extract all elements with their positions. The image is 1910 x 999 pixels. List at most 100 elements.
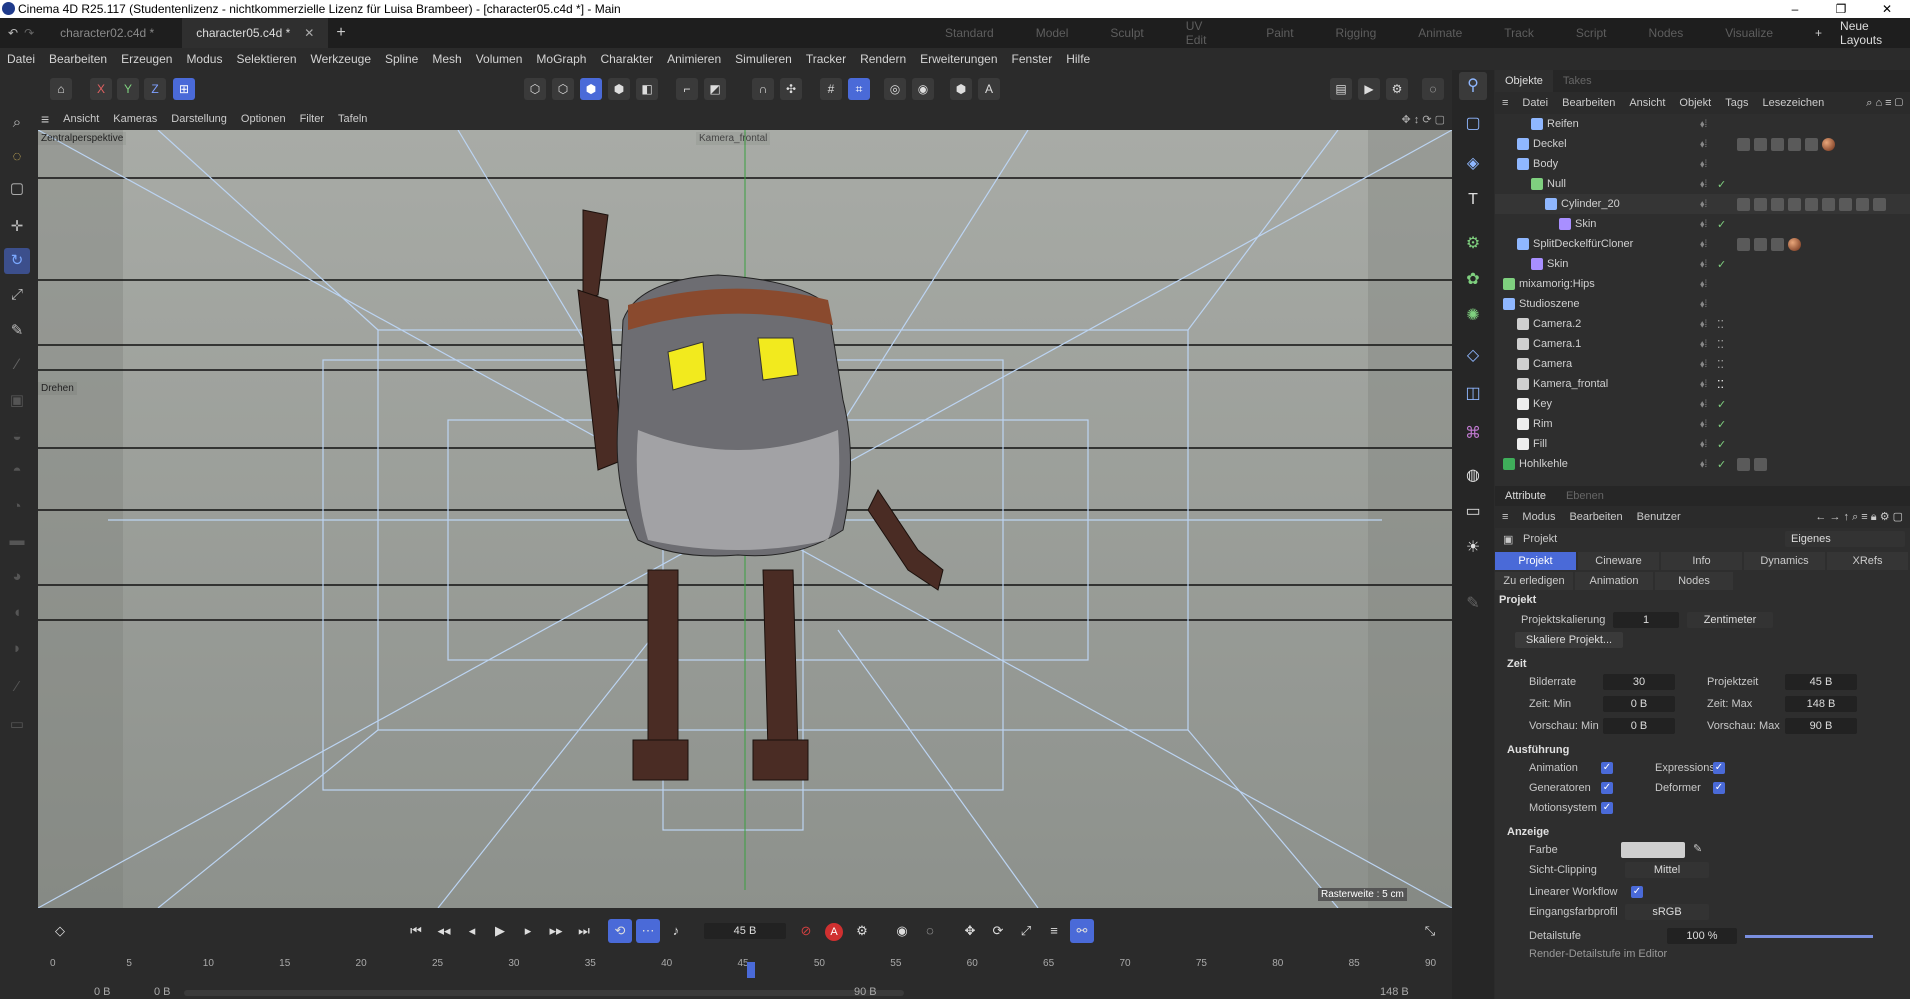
mograph-icon[interactable]: ✿ bbox=[1459, 266, 1487, 294]
menu-erzeugen[interactable]: Erzeugen bbox=[114, 52, 179, 66]
live-selection-icon[interactable]: ◌ bbox=[4, 144, 30, 170]
polygons-mode-icon[interactable]: ⬢ bbox=[580, 78, 602, 100]
range-slider[interactable] bbox=[184, 990, 904, 996]
menu-werkzeuge[interactable]: Werkzeuge bbox=[304, 52, 378, 66]
magnet-icon[interactable]: ∩ bbox=[752, 78, 774, 100]
viewport-menu-kameras[interactable]: Kameras bbox=[106, 113, 164, 125]
detailstufe-field[interactable]: 100 % bbox=[1667, 928, 1737, 944]
menu-mograph[interactable]: MoGraph bbox=[529, 52, 593, 66]
eyedropper-icon[interactable]: ✎ bbox=[1693, 842, 1702, 855]
rotation-key-icon[interactable]: ⟳ bbox=[986, 919, 1010, 943]
om-menu-datei[interactable]: Datei bbox=[1515, 97, 1555, 109]
range-start-field[interactable]: 0 B bbox=[94, 986, 111, 998]
record-options-icon[interactable]: ◌ bbox=[918, 919, 942, 943]
viewport-menu-ansicht[interactable]: Ansicht bbox=[56, 113, 106, 125]
scale-key-icon[interactable]: ⤢ bbox=[1014, 919, 1038, 943]
magnet-tool-icon[interactable]: ◖ bbox=[4, 600, 30, 626]
bridge-icon[interactable]: ▬ bbox=[4, 528, 30, 554]
generatoren-checkbox[interactable]: ✓ bbox=[1601, 782, 1613, 794]
box-selection-icon[interactable]: ▢ bbox=[4, 176, 30, 202]
menu-spline[interactable]: Spline bbox=[378, 52, 425, 66]
clapboard-icon[interactable]: ▤ bbox=[1330, 78, 1352, 100]
layout-uvedit[interactable]: UV Edit bbox=[1186, 19, 1224, 47]
list-item[interactable]: Studioszene ⬧⁞ bbox=[1495, 294, 1910, 314]
field-icon[interactable]: ◇ bbox=[1459, 342, 1487, 370]
viewport-hamburger-icon[interactable]: ≡ bbox=[34, 111, 56, 127]
list-item[interactable]: Cylinder_20 ⬧⁞ bbox=[1495, 194, 1910, 214]
move-icon[interactable]: ✛ bbox=[4, 214, 30, 240]
workplane-icon[interactable]: ⌗ bbox=[848, 78, 870, 100]
redo-icon[interactable]: ↷ bbox=[24, 26, 34, 40]
pen-icon[interactable]: ✎ bbox=[4, 318, 30, 344]
previous-frame-icon[interactable]: ◂ bbox=[460, 919, 484, 943]
menu-simulieren[interactable]: Simulieren bbox=[728, 52, 799, 66]
points-mode-icon[interactable]: ⬡ bbox=[524, 78, 546, 100]
tab-nodes[interactable]: Nodes bbox=[1655, 572, 1733, 590]
model-mode-icon[interactable]: ⬢ bbox=[608, 78, 630, 100]
environment-icon[interactable]: ◍ bbox=[1459, 462, 1487, 490]
list-item[interactable]: mixamorig:Hips ⬧⁞ bbox=[1495, 274, 1910, 294]
soft-selection-icon[interactable]: ◎ bbox=[884, 78, 906, 100]
menu-tracker[interactable]: Tracker bbox=[799, 52, 853, 66]
rotate-icon[interactable]: ↻ bbox=[4, 248, 30, 274]
list-item[interactable]: Deckel ⬧⁞ bbox=[1495, 134, 1910, 154]
symmetry-icon[interactable]: ◉ bbox=[912, 78, 934, 100]
render-settings-icon[interactable]: ⚙ bbox=[1386, 78, 1408, 100]
range-end-field[interactable]: 148 B bbox=[1380, 986, 1409, 998]
tab-takes[interactable]: Takes bbox=[1553, 75, 1602, 87]
generator-icon[interactable]: ⚙ bbox=[1459, 230, 1487, 258]
render-icon[interactable]: ▶ bbox=[1358, 78, 1380, 100]
list-item[interactable]: Key ⬧⁞ ✓ bbox=[1495, 394, 1910, 414]
om-search-icon[interactable]: ⌕ ⌂ ≡ ▢ bbox=[1859, 97, 1910, 110]
menu-animieren[interactable]: Animieren bbox=[660, 52, 728, 66]
keyframe-icon[interactable]: ◇ bbox=[48, 919, 72, 943]
neue-layouts-button[interactable]: Neue Layouts bbox=[1840, 19, 1910, 47]
snap-settings-icon[interactable]: ✣ bbox=[780, 78, 802, 100]
loop-icon[interactable]: ⟲ bbox=[608, 919, 632, 943]
minimize-button[interactable]: – bbox=[1772, 0, 1818, 18]
motionsystem-checkbox[interactable]: ✓ bbox=[1601, 802, 1613, 814]
go-to-end-icon[interactable]: ⏭ bbox=[572, 919, 596, 943]
playhead[interactable] bbox=[747, 962, 755, 978]
menu-bearbeiten[interactable]: Bearbeiten bbox=[42, 52, 114, 66]
unit-dropdown[interactable]: Zentimeter bbox=[1687, 612, 1773, 628]
menu-volumen[interactable]: Volumen bbox=[469, 52, 530, 66]
add-tab-button[interactable]: + bbox=[336, 24, 345, 42]
viewport-menu-tafeln[interactable]: Tafeln bbox=[331, 113, 374, 125]
brush-panel-icon[interactable]: ✎ bbox=[1459, 590, 1487, 618]
next-key-icon[interactable]: ▸▸ bbox=[544, 919, 568, 943]
layout-paint[interactable]: Paint bbox=[1266, 26, 1293, 40]
viewport-menu-darstellung[interactable]: Darstellung bbox=[164, 113, 234, 125]
am-menu-benutzer[interactable]: Benutzer bbox=[1630, 511, 1688, 523]
menu-modus[interactable]: Modus bbox=[179, 52, 229, 66]
layout-model[interactable]: Model bbox=[1036, 26, 1069, 40]
spline-object-icon[interactable]: ◫ bbox=[1459, 380, 1487, 408]
list-item[interactable]: Null ⬧⁞ ✓ bbox=[1495, 174, 1910, 194]
layout-rigging[interactable]: Rigging bbox=[1336, 26, 1377, 40]
motion-record-icon[interactable]: ◉ bbox=[890, 919, 914, 943]
eingangsfarbprofil-dropdown[interactable]: sRGB bbox=[1625, 904, 1709, 920]
cube-icon[interactable]: ▣ bbox=[4, 388, 30, 414]
tab-cineware[interactable]: Cineware bbox=[1578, 552, 1659, 570]
rectangle-icon[interactable]: ▢ bbox=[1459, 110, 1487, 138]
list-item[interactable]: SplitDeckelfürCloner ⬧⁞ bbox=[1495, 234, 1910, 254]
tab-projekt[interactable]: Projekt bbox=[1495, 552, 1576, 570]
text-object-icon[interactable]: T bbox=[1459, 186, 1487, 214]
3d-viewport[interactable]: Zentralperspektive Kamera_frontal Drehen… bbox=[38, 130, 1452, 908]
search-icon[interactable]: ⌕ bbox=[4, 110, 30, 136]
add-layout-icon[interactable]: + bbox=[1815, 26, 1822, 40]
list-item[interactable]: Camera ⬧⁞ ⁚⁚ bbox=[1495, 354, 1910, 374]
layout-track[interactable]: Track bbox=[1504, 26, 1534, 40]
sound-icon[interactable]: ♪ bbox=[664, 919, 688, 943]
deformer-checkbox[interactable]: ✓ bbox=[1713, 782, 1725, 794]
list-item[interactable]: Skin ⬧⁞ ✓ bbox=[1495, 254, 1910, 274]
texture-mode-icon[interactable]: ◧ bbox=[636, 78, 658, 100]
expressions-checkbox[interactable]: ✓ bbox=[1713, 762, 1725, 774]
menu-mesh[interactable]: Mesh bbox=[425, 52, 468, 66]
menu-erweiterungen[interactable]: Erweiterungen bbox=[913, 52, 1004, 66]
layout-animate[interactable]: Animate bbox=[1418, 26, 1462, 40]
tab-info[interactable]: Info bbox=[1661, 552, 1742, 570]
am-menu-bearbeiten[interactable]: Bearbeiten bbox=[1562, 511, 1629, 523]
close-tab-icon[interactable]: ✕ bbox=[304, 26, 314, 40]
layout-nodes[interactable]: Nodes bbox=[1649, 26, 1684, 40]
